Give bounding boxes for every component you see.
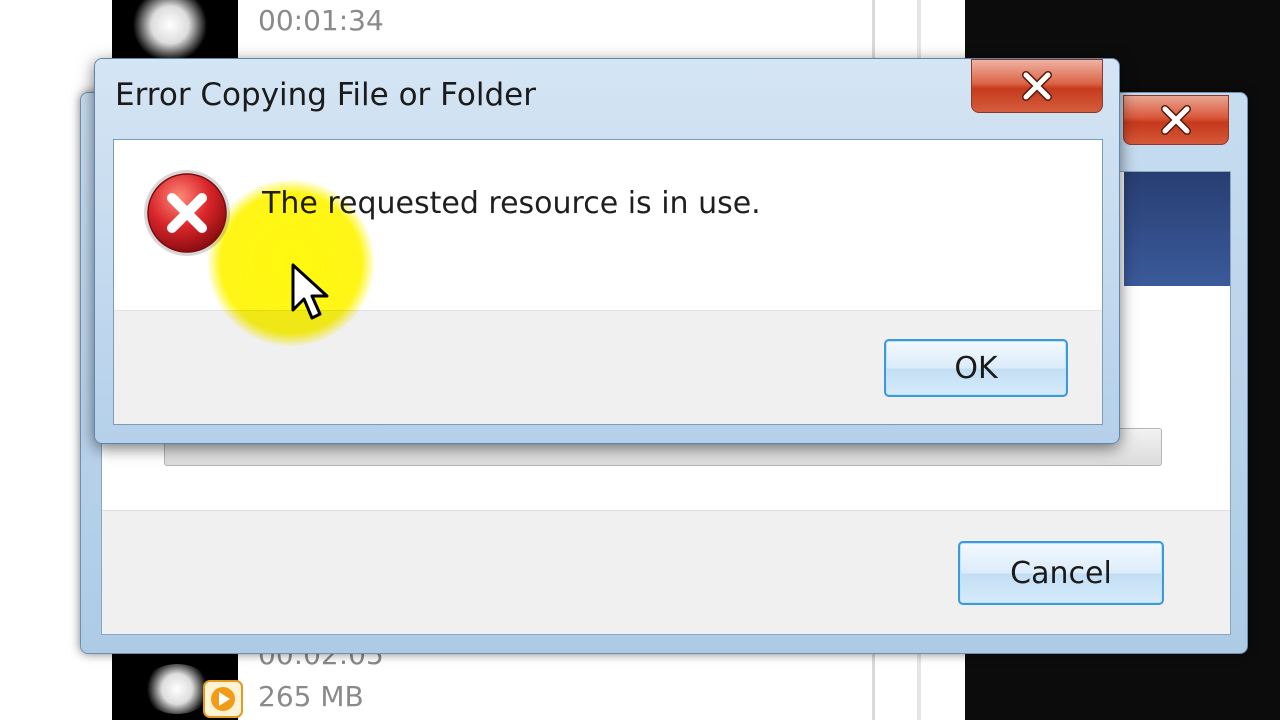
error-x-circle-icon — [144, 170, 230, 256]
dialog-title: Error Copying File or Folder — [115, 77, 536, 113]
progress-close-button[interactable] — [1123, 95, 1229, 145]
close-x-icon — [1161, 105, 1191, 135]
vlc-cone-icon — [203, 680, 243, 718]
dialog-body: The requested resource is in use. OK — [113, 139, 1103, 425]
file-size: 265 MB — [258, 680, 364, 713]
progress-animation-banner — [1124, 172, 1230, 286]
progress-footer: Cancel — [102, 510, 1230, 634]
ok-button[interactable]: OK — [884, 339, 1068, 397]
arrow-pointer-icon — [291, 263, 329, 320]
error-dialog: Error Copying File or Folder The request… — [94, 58, 1120, 444]
dialog-footer: OK — [114, 310, 1102, 424]
error-message: The requested resource is in use. — [262, 186, 761, 221]
dialog-close-button[interactable] — [971, 59, 1103, 113]
close-x-icon — [1022, 71, 1052, 101]
video-thumbnail[interactable] — [112, 0, 238, 60]
file-duration: 00:01:34 — [258, 4, 384, 37]
cancel-button[interactable]: Cancel — [958, 541, 1164, 605]
